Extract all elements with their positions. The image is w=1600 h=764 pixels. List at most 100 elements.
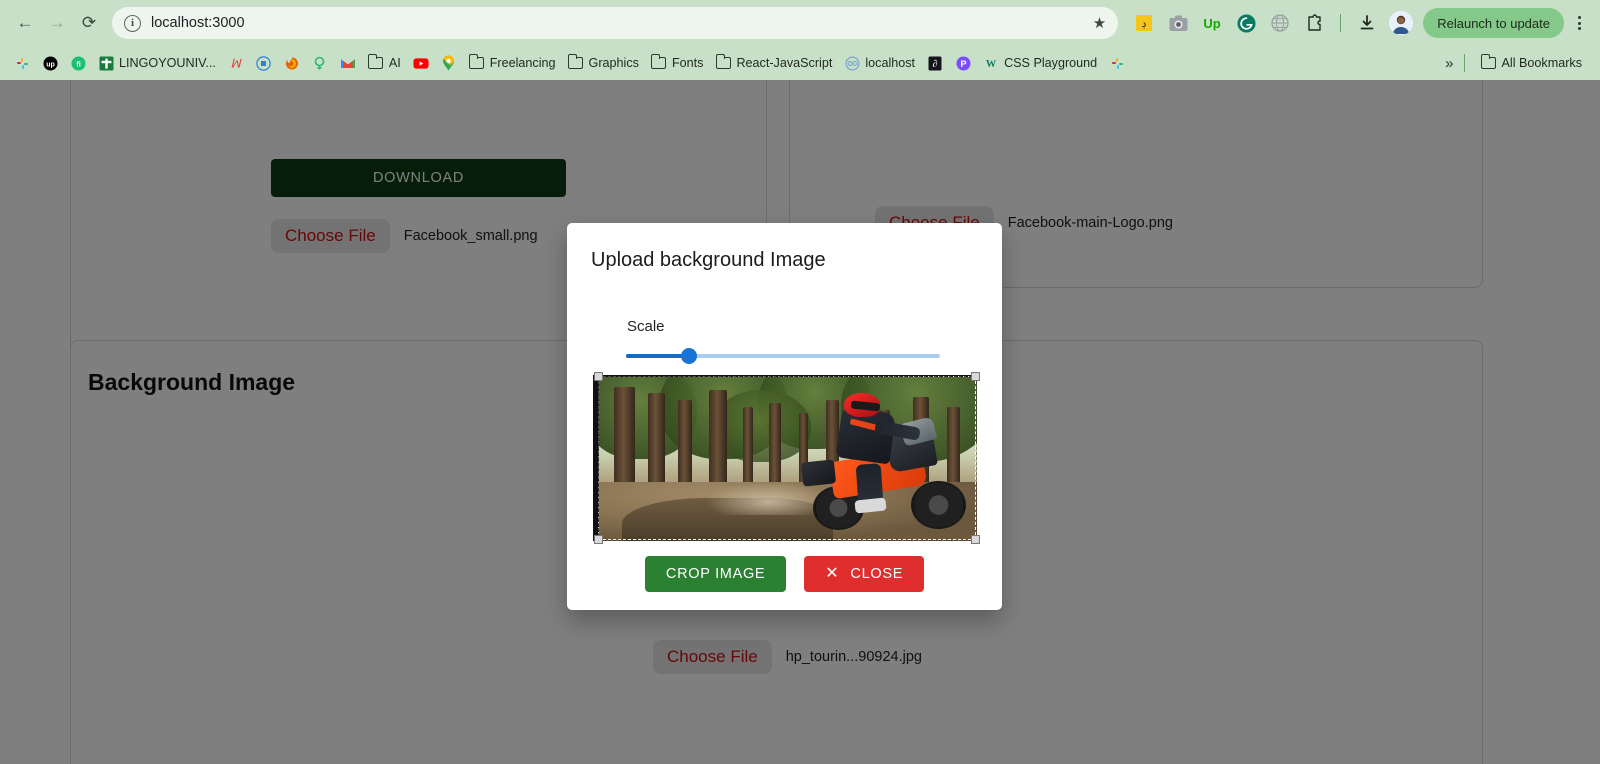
close-icon: ✕ bbox=[825, 565, 840, 582]
downloads-icon[interactable] bbox=[1354, 10, 1380, 36]
bookmark-slack[interactable] bbox=[8, 52, 36, 74]
crop-image-button[interactable]: CROP IMAGE bbox=[644, 556, 787, 592]
gmail-icon bbox=[340, 55, 356, 71]
browser-toolbar: ← → ⟳ i localhost:3000 ★ ڊ Up Relaunch t… bbox=[0, 0, 1600, 46]
bookmark-folder-freelancing[interactable]: Freelancing bbox=[463, 52, 562, 74]
p-brand-icon: P bbox=[955, 55, 971, 71]
svg-text:P: P bbox=[960, 59, 966, 69]
folder-icon bbox=[715, 54, 731, 71]
bookmark-css-playground[interactable]: W CSS Playground bbox=[977, 52, 1103, 74]
page-viewport: DOWNLOAD Choose File Facebook_small.png … bbox=[0, 80, 1600, 764]
svg-text:∂: ∂ bbox=[933, 59, 938, 70]
localhost-icon bbox=[844, 55, 860, 71]
all-bookmarks-label: All Bookmarks bbox=[1501, 56, 1582, 70]
bookmark-blue-dot[interactable] bbox=[250, 52, 278, 74]
upwork-extension-icon[interactable]: Up bbox=[1199, 10, 1225, 36]
camera-extension-icon[interactable] bbox=[1165, 10, 1191, 36]
bookmark-youtube[interactable] bbox=[407, 52, 435, 74]
bookmark-label: LINGOYOUNIV... bbox=[119, 56, 216, 70]
m-brand-icon: ꟽ bbox=[228, 55, 244, 71]
bookmark-star-icon[interactable]: ★ bbox=[1093, 14, 1106, 32]
bookmark-m-brand[interactable]: ꟽ bbox=[222, 52, 250, 74]
blue-dot-icon bbox=[256, 55, 272, 71]
slider-fill bbox=[626, 354, 689, 358]
rider-boot bbox=[854, 497, 887, 514]
relaunch-to-update-button[interactable]: Relaunch to update bbox=[1423, 8, 1564, 38]
forward-icon: → bbox=[48, 13, 66, 32]
bookmark-label: React-JavaScript bbox=[736, 56, 833, 70]
globe-extension-icon[interactable] bbox=[1267, 10, 1293, 36]
forward-button[interactable]: → bbox=[42, 8, 72, 38]
crop-handle-top-left[interactable] bbox=[594, 372, 603, 381]
lingoyouniv-icon bbox=[98, 55, 114, 71]
bookmark-label: Graphics bbox=[588, 56, 639, 70]
front-wheel bbox=[911, 480, 966, 529]
bookmark-upwork[interactable]: up bbox=[36, 52, 64, 74]
upwork-icon: up bbox=[42, 55, 58, 71]
bookmark-gmail[interactable] bbox=[334, 52, 362, 74]
slack-icon bbox=[1109, 55, 1125, 71]
svg-text:up: up bbox=[46, 61, 55, 68]
bookmark-fiverr[interactable]: fi bbox=[64, 52, 92, 74]
bookmarks-bar: up fi LINGOYOUNIV... ꟽ AI Freelancing Gr… bbox=[0, 46, 1600, 80]
crop-handle-bottom-right[interactable] bbox=[971, 535, 980, 544]
kebab-dot bbox=[1577, 27, 1581, 30]
svg-text:fi: fi bbox=[76, 59, 81, 68]
toolbar-divider bbox=[1340, 14, 1342, 32]
browser-menu-button[interactable] bbox=[1568, 8, 1590, 38]
close-label: CLOSE bbox=[850, 566, 904, 582]
bookmark-folder-graphics[interactable]: Graphics bbox=[562, 52, 645, 74]
crop-image-label: CROP IMAGE bbox=[665, 566, 766, 582]
maps-pin-icon bbox=[441, 55, 457, 71]
bookmark-folder-react-javascript[interactable]: React-JavaScript bbox=[709, 52, 838, 74]
bookmark-label: Fonts bbox=[671, 56, 704, 70]
reload-icon: ⟳ bbox=[81, 13, 97, 32]
fiverr-icon: fi bbox=[70, 55, 86, 71]
grammarly-extension-icon[interactable] bbox=[1233, 10, 1259, 36]
folder-icon bbox=[368, 54, 384, 71]
close-modal-button[interactable]: ✕ CLOSE bbox=[804, 556, 925, 592]
bookmark-label: Freelancing bbox=[489, 56, 556, 70]
bookmark-folder-ai[interactable]: AI bbox=[362, 52, 407, 74]
kebab-dot bbox=[1577, 21, 1581, 25]
modal-actions: CROP IMAGE ✕ CLOSE bbox=[567, 556, 1002, 592]
bookmark-folder-fonts[interactable]: Fonts bbox=[645, 52, 710, 74]
back-button[interactable]: ← bbox=[10, 8, 40, 38]
slider-thumb[interactable] bbox=[680, 348, 697, 364]
bookmark-maps[interactable] bbox=[435, 52, 463, 74]
folder-icon bbox=[1481, 54, 1497, 71]
folder-icon bbox=[651, 54, 667, 71]
bookmark-localhost[interactable]: localhost bbox=[838, 52, 921, 74]
upload-background-image-modal: Upload background Image Scale CROP IMAGE… bbox=[567, 223, 1002, 610]
relaunch-label: Relaunch to update bbox=[1437, 15, 1550, 31]
sticky-note-extension-icon[interactable]: ڊ bbox=[1131, 10, 1157, 36]
image-crop-area[interactable] bbox=[593, 372, 980, 544]
puzzle-extensions-icon[interactable] bbox=[1301, 10, 1327, 36]
dark-square-icon: ∂ bbox=[927, 55, 943, 71]
w-brand-icon: W bbox=[983, 55, 999, 71]
bookmark-p-brand[interactable]: P bbox=[949, 52, 977, 74]
bookmark-lingoyouniv[interactable]: LINGOYOUNIV... bbox=[92, 52, 222, 74]
bookmarks-overflow-icon[interactable]: » bbox=[1445, 55, 1453, 72]
folder-icon bbox=[469, 54, 485, 71]
reload-button[interactable]: ⟳ bbox=[74, 8, 104, 38]
crop-handle-top-right[interactable] bbox=[971, 372, 980, 381]
all-bookmarks-button[interactable]: All Bookmarks bbox=[1475, 52, 1588, 74]
bookmark-lightbulb[interactable] bbox=[306, 52, 334, 74]
avatar[interactable] bbox=[1389, 11, 1414, 35]
crop-preview-image[interactable] bbox=[599, 377, 977, 541]
scale-slider[interactable] bbox=[626, 348, 940, 364]
svg-text:W: W bbox=[986, 59, 997, 70]
url-text[interactable]: localhost:3000 bbox=[151, 15, 1085, 31]
bookmark-firefox[interactable] bbox=[278, 52, 306, 74]
bookmark-slack-2[interactable] bbox=[1103, 52, 1131, 74]
crop-handle-bottom-left[interactable] bbox=[594, 535, 603, 544]
bookmark-label: CSS Playground bbox=[1004, 56, 1098, 70]
modal-title: Upload background Image bbox=[591, 249, 826, 271]
bookmark-dark-square[interactable]: ∂ bbox=[921, 52, 949, 74]
bookmark-label: AI bbox=[388, 56, 401, 70]
address-bar[interactable]: i localhost:3000 ★ bbox=[112, 7, 1119, 39]
bike-pannier bbox=[801, 459, 837, 487]
site-info-icon[interactable]: i bbox=[124, 14, 141, 32]
svg-text:ڊ: ڊ bbox=[1142, 18, 1147, 30]
